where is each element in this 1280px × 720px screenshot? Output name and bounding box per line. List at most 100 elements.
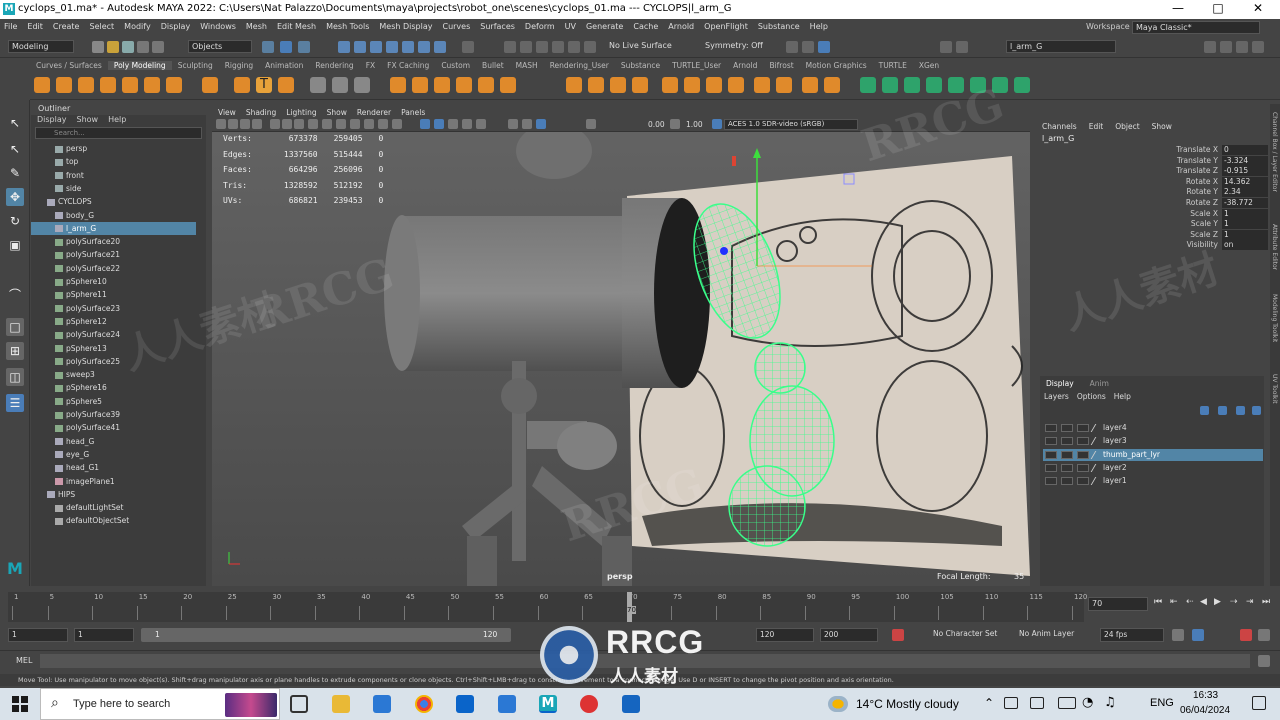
xray-icon[interactable] [522, 119, 532, 129]
layer-visibility-toggle[interactable] [1045, 450, 1057, 459]
animation-start-field[interactable]: 1 [8, 628, 68, 642]
layer-playback-toggle[interactable] [1061, 477, 1073, 486]
layer-display-type-toggle[interactable] [1077, 437, 1089, 446]
outliner-item[interactable]: side [31, 182, 196, 195]
poly-sphere-icon[interactable] [34, 77, 50, 93]
component-vertex-icon[interactable] [338, 41, 350, 53]
new-empty-layer-icon[interactable] [1236, 406, 1245, 415]
menu-substance[interactable]: Substance [758, 22, 800, 31]
move-layer-down-icon[interactable] [1218, 406, 1227, 415]
menu-create[interactable]: Create [53, 22, 80, 31]
poly-cube-icon[interactable] [56, 77, 72, 93]
new-scene-icon[interactable] [92, 41, 104, 53]
multi-cut-icon[interactable] [566, 77, 582, 93]
shelf-tab-sculpting[interactable]: Sculpting [172, 61, 219, 70]
channel-value-field[interactable]: 1 [1222, 208, 1268, 219]
snap-view-plane-icon[interactable] [568, 41, 580, 53]
menu-cache[interactable]: Cache [633, 22, 658, 31]
shelf-tab-bullet[interactable]: Bullet [476, 61, 510, 70]
isolate-select-icon[interactable] [508, 119, 518, 129]
bridge-icon[interactable] [412, 77, 428, 93]
layer-row[interactable]: thumb_part_lyr [1043, 448, 1263, 461]
layer-color-icon[interactable] [1090, 424, 1104, 432]
component-multi-icon[interactable] [402, 41, 414, 53]
outliner-item[interactable]: HIPS [31, 488, 196, 501]
screen-recorder-icon[interactable] [580, 695, 598, 713]
workspace-dropdown[interactable]: Maya Classic* [1132, 21, 1260, 34]
maximize-button[interactable]: □ [1198, 1, 1238, 15]
sound-icon[interactable] [1192, 629, 1204, 641]
layer-menu-help[interactable]: Help [1114, 392, 1131, 401]
pause-icon[interactable] [956, 41, 968, 53]
redo-icon[interactable] [152, 41, 164, 53]
shelf-tab-fx-caching[interactable]: FX Caching [381, 61, 435, 70]
playback-start-field[interactable]: 1 [74, 628, 134, 642]
go-to-end-icon[interactable]: ⏭ [1262, 597, 1270, 607]
viewport-menu-panels[interactable]: Panels [401, 108, 425, 117]
exposure-icon[interactable] [586, 119, 596, 129]
channel-value-field[interactable]: 0 [1222, 145, 1268, 155]
layer-display-type-toggle[interactable] [1077, 424, 1089, 432]
poly-cone-icon[interactable] [100, 77, 116, 93]
outliner-item[interactable]: polySurface21 [31, 248, 196, 261]
resolution-gate-icon[interactable] [294, 119, 304, 129]
lock-selection-icon[interactable] [418, 41, 430, 53]
viewport-menu-lighting[interactable]: Lighting [286, 108, 316, 117]
side-tab[interactable]: Attribute Editor [1271, 224, 1278, 270]
layer-tab-display[interactable]: Display [1046, 379, 1074, 388]
poly-cylinder-icon[interactable] [78, 77, 94, 93]
crease-icon[interactable] [802, 77, 818, 93]
channel-row[interactable]: Translate Y -3.324 [1040, 155, 1268, 167]
component-edge-icon[interactable] [354, 41, 366, 53]
close-button[interactable]: ✕ [1238, 1, 1278, 15]
channel-value-field[interactable]: 1 [1222, 229, 1268, 240]
snap-grid-icon[interactable] [504, 41, 516, 53]
select-camera-icon[interactable] [216, 119, 226, 129]
outliner-menu-show[interactable]: Show [77, 115, 99, 124]
windows-start-icon[interactable] [12, 696, 28, 712]
outliner-item[interactable]: pSphere16 [31, 381, 196, 394]
cylindrical-map-icon[interactable] [904, 77, 920, 93]
input-language[interactable]: ENG [1150, 697, 1174, 709]
outliner-item[interactable]: polySurface23 [31, 302, 196, 315]
shelf-tab-rigging[interactable]: Rigging [219, 61, 259, 70]
layer-color-icon[interactable] [1090, 450, 1104, 459]
anim-layer-dropdown[interactable]: No Anim Layer [1016, 628, 1096, 642]
ambient-occlusion-icon[interactable] [462, 119, 472, 129]
shelf-tab-rendering-user[interactable]: Rendering_User [544, 61, 615, 70]
layer-visibility-toggle[interactable] [1045, 477, 1057, 486]
target-weld-icon[interactable] [588, 77, 604, 93]
layer-playback-toggle[interactable] [1061, 450, 1073, 459]
select-object-icon[interactable] [280, 41, 292, 53]
platonic-solid-icon[interactable] [202, 77, 218, 93]
shelf-tab-turtle[interactable]: TURTLE [873, 61, 913, 70]
outliner-item[interactable]: CYCLOPS [31, 195, 196, 208]
layer-playback-toggle[interactable] [1061, 437, 1073, 446]
menu-deform[interactable]: Deform [525, 22, 555, 31]
step-back-key-icon[interactable]: ⇤ [1170, 597, 1178, 607]
append-icon[interactable] [456, 77, 472, 93]
outliner-item[interactable]: persp [31, 142, 196, 155]
channel-row[interactable]: Translate Z -0.915 [1040, 166, 1268, 177]
move-tool-icon[interactable]: ✥ [6, 188, 24, 206]
layer-row[interactable]: layer4 [1043, 422, 1263, 434]
layer-playback-toggle[interactable] [1061, 424, 1073, 432]
viewport-menu-view[interactable]: View [218, 108, 236, 117]
wireframe-icon[interactable] [364, 119, 374, 129]
open-scene-icon[interactable] [107, 41, 119, 53]
poly-disc-icon[interactable] [166, 77, 182, 93]
channel-value-field[interactable]: 2.34 [1222, 187, 1268, 198]
side-by-side-layout-icon[interactable]: ◫ [6, 368, 24, 386]
play-forward-icon[interactable]: ▶ [1214, 597, 1221, 607]
tray-overflow-icon[interactable]: ⌃ [984, 696, 994, 710]
shelf-tab-animation[interactable]: Animation [259, 61, 309, 70]
channel-box-menu-channels[interactable]: Channels [1042, 122, 1077, 131]
volume-icon[interactable]: ♫ [1104, 695, 1116, 710]
outliner-item[interactable]: head_G [31, 435, 196, 448]
bookmarks-icon[interactable] [240, 119, 250, 129]
outliner-item[interactable]: polySurface25 [31, 355, 196, 368]
maya-taskbar-icon[interactable]: M [539, 695, 557, 713]
shelf-tab-arnold[interactable]: Arnold [727, 61, 763, 70]
menu-select[interactable]: Select [89, 22, 114, 31]
clock-time[interactable]: 16:33 [1193, 690, 1218, 701]
